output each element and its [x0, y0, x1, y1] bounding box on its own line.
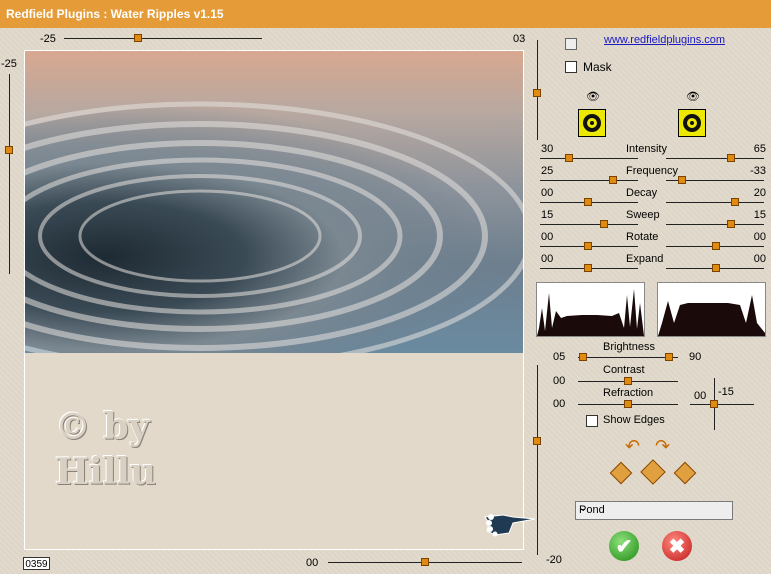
- lower-vslider-value: -20: [546, 554, 562, 566]
- param-right-thumb[interactable]: [731, 198, 739, 206]
- param-left-thumb[interactable]: [609, 176, 617, 184]
- left-slider-value: -25: [1, 58, 17, 70]
- param-left-value: 30: [541, 143, 554, 155]
- rotate-left-arrow-icon[interactable]: ↶: [625, 436, 640, 457]
- brightness-label: Brightness: [603, 341, 655, 353]
- histogram-right: [657, 282, 766, 337]
- param-row-sweep: 15 Sweep 15: [540, 209, 768, 229]
- param-left-thumb[interactable]: [600, 220, 608, 228]
- param-right-thumb[interactable]: [727, 154, 735, 162]
- eye-icon[interactable]: 👁: [586, 90, 600, 103]
- bottom-slider-thumb[interactable]: [421, 558, 429, 566]
- param-left-thumb[interactable]: [584, 198, 592, 206]
- param-right-value: 15: [753, 209, 766, 221]
- preview-canvas[interactable]: © by Hillu: [24, 50, 536, 550]
- left-slider-thumb[interactable]: [5, 146, 13, 154]
- param-left-value: 15: [541, 209, 554, 221]
- mask-checkbox[interactable]: [565, 61, 577, 73]
- contrast-thumb[interactable]: [624, 377, 632, 385]
- param-row-rotate: 00 Rotate 00: [540, 231, 768, 251]
- param-right-track[interactable]: [666, 158, 764, 159]
- param-right-thumb[interactable]: [712, 242, 720, 250]
- param-left-track[interactable]: [540, 158, 638, 159]
- param-left-value: 00: [541, 231, 554, 243]
- website-link[interactable]: www.redfieldplugins.com: [604, 34, 725, 46]
- refraction-thumb[interactable]: [624, 400, 632, 408]
- param-left-value: 00: [541, 253, 554, 265]
- param-label: Intensity: [626, 143, 667, 155]
- upper-vslider-thumb[interactable]: [533, 89, 541, 97]
- param-label: Rotate: [626, 231, 659, 243]
- top-slider-track[interactable]: [64, 38, 262, 39]
- show-edges-checkbox[interactable]: [586, 415, 598, 427]
- param-row-frequency: 25 Frequency -33: [540, 165, 768, 185]
- param-left-thumb[interactable]: [565, 154, 573, 162]
- pointing-hand-icon: [483, 509, 538, 537]
- param-left-value: 00: [541, 187, 554, 199]
- brightness-left-thumb[interactable]: [579, 353, 587, 361]
- refraction-label: Refraction: [603, 387, 654, 399]
- top-slider-left-value: -25: [40, 33, 56, 45]
- frame-counter: 0359: [23, 557, 50, 570]
- window-title: Redfield Plugins : Water Ripples v1.15: [6, 7, 224, 21]
- brightness-right-thumb[interactable]: [665, 353, 673, 361]
- brightness-right-value: 90: [689, 351, 702, 363]
- eye-icon[interactable]: 👁: [686, 90, 700, 103]
- title-bar: Redfield Plugins : Water Ripples v1.15: [0, 0, 771, 28]
- param-right-value: 00: [753, 253, 766, 265]
- crosspad-h-track[interactable]: [690, 404, 754, 405]
- show-edges-label: Show Edges: [603, 414, 665, 426]
- rotate-right-arrow-icon[interactable]: ↷: [655, 436, 670, 457]
- param-right-thumb[interactable]: [678, 176, 686, 184]
- x-icon: ✖: [668, 536, 686, 558]
- cancel-button[interactable]: ✖: [662, 531, 692, 561]
- checkmark-icon: ✔: [615, 536, 633, 558]
- preset-dropdown[interactable]: Pond ⌄: [575, 501, 733, 520]
- param-left-track[interactable]: [540, 224, 638, 225]
- lower-vslider-thumb[interactable]: [533, 437, 541, 445]
- param-row-expand: 00 Expand 00: [540, 253, 768, 273]
- param-left-thumb[interactable]: [584, 264, 592, 272]
- mask-label: Mask: [583, 60, 612, 74]
- param-row-decay: 00 Decay 20: [540, 187, 768, 207]
- param-right-value: 65: [753, 143, 766, 155]
- color-well-left[interactable]: [578, 109, 606, 137]
- param-label: Sweep: [626, 209, 660, 221]
- param-label: Frequency: [626, 165, 678, 177]
- ripple-preview-image: [25, 51, 523, 353]
- param-right-thumb[interactable]: [712, 264, 720, 272]
- param-right-thumb[interactable]: [727, 220, 735, 228]
- param-right-track[interactable]: [666, 224, 764, 225]
- grid-toggle-icon[interactable]: [565, 38, 577, 50]
- contrast-value: 00: [553, 375, 566, 387]
- param-right-value: 00: [753, 231, 766, 243]
- param-left-track[interactable]: [540, 180, 638, 181]
- watermark-copyright: © by: [55, 406, 150, 448]
- param-left-thumb[interactable]: [584, 242, 592, 250]
- top-slider-thumb[interactable]: [134, 34, 142, 42]
- histogram-left: [536, 282, 645, 337]
- crosspad-x-value: 00: [694, 390, 707, 402]
- contrast-label: Contrast: [603, 364, 645, 376]
- param-left-value: 25: [541, 165, 554, 177]
- param-label: Expand: [626, 253, 664, 265]
- chevron-down-icon: ⌄: [579, 503, 588, 514]
- param-label: Decay: [626, 187, 658, 199]
- top-slider-right-value: 03: [513, 33, 526, 45]
- crosspad-y-value: -15: [718, 386, 734, 398]
- bottom-slider-value: 00: [306, 557, 319, 569]
- brightness-track[interactable]: [578, 357, 678, 358]
- lower-vslider-track[interactable]: [537, 365, 538, 555]
- param-row-intensity: 30 Intensity 65: [540, 143, 768, 163]
- crosspad-thumb[interactable]: [710, 400, 718, 408]
- left-slider-track[interactable]: [9, 74, 10, 274]
- param-right-value: 20: [753, 187, 766, 199]
- param-right-value: -33: [750, 165, 766, 177]
- color-well-right[interactable]: [678, 109, 706, 137]
- watermark-name: Hillu: [55, 451, 157, 493]
- brightness-left-value: 05: [553, 351, 566, 363]
- param-right-track[interactable]: [666, 202, 764, 203]
- refraction-value: 00: [553, 398, 566, 410]
- ok-button[interactable]: ✔: [609, 531, 639, 561]
